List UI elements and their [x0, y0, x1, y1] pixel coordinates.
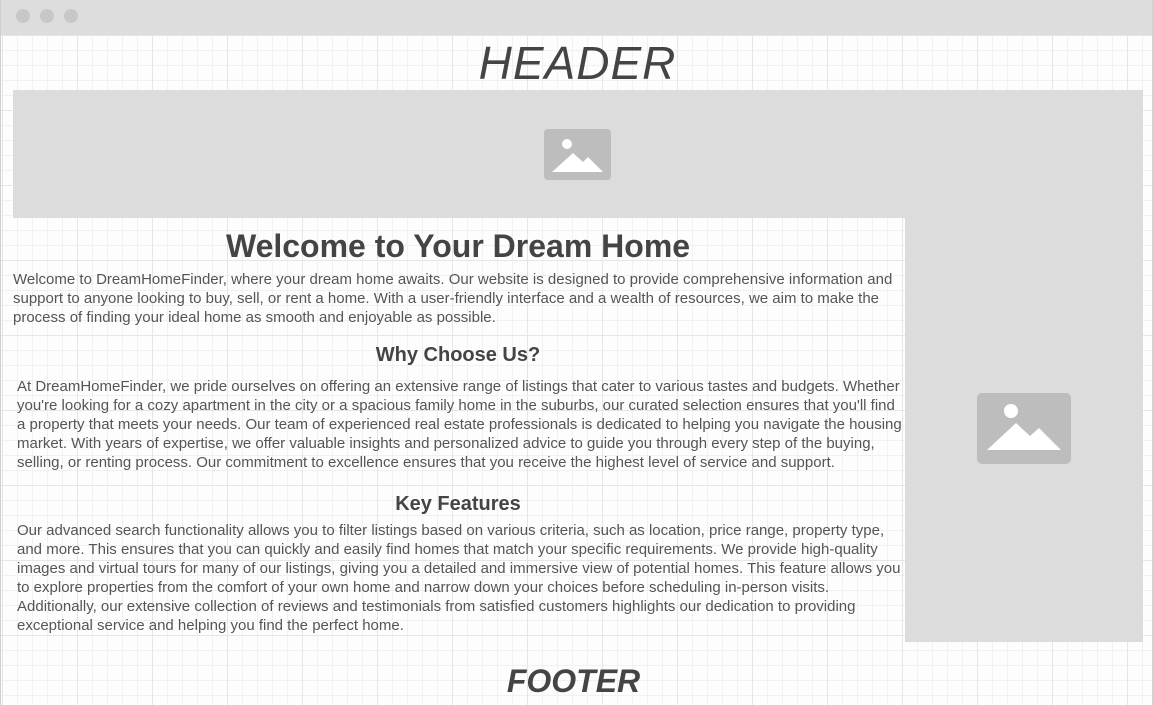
- window-maximize-dot[interactable]: [64, 9, 78, 23]
- main-content: Welcome to Your Dream Home Welcome to Dr…: [13, 218, 903, 635]
- section-text-why-choose-us: At DreamHomeFinder, we pride ourselves o…: [17, 378, 902, 471]
- page-title: Welcome to Your Dream Home: [225, 228, 691, 264]
- intro-paragraph: Welcome to DreamHomeFinder, where your d…: [13, 271, 893, 326]
- image-placeholder-icon: [544, 129, 611, 180]
- section-title-why-choose-us: Why Choose Us?: [375, 344, 541, 366]
- banner-image: [13, 90, 1143, 218]
- window-close-dot[interactable]: [16, 9, 30, 23]
- page-footer: FOOTER: [506, 663, 641, 699]
- section-title-key-features: Key Features: [395, 493, 521, 515]
- window-titlebar: [1, 0, 1152, 35]
- image-placeholder-icon: [977, 393, 1071, 464]
- sidebar-image: [905, 218, 1143, 642]
- page-header: HEADER: [478, 37, 677, 89]
- window-minimize-dot[interactable]: [40, 9, 54, 23]
- section-text-key-features: Our advanced search functionality allows…: [17, 522, 901, 634]
- browser-window: HEADER Welcome to Your Dream Home Welcom…: [0, 0, 1153, 705]
